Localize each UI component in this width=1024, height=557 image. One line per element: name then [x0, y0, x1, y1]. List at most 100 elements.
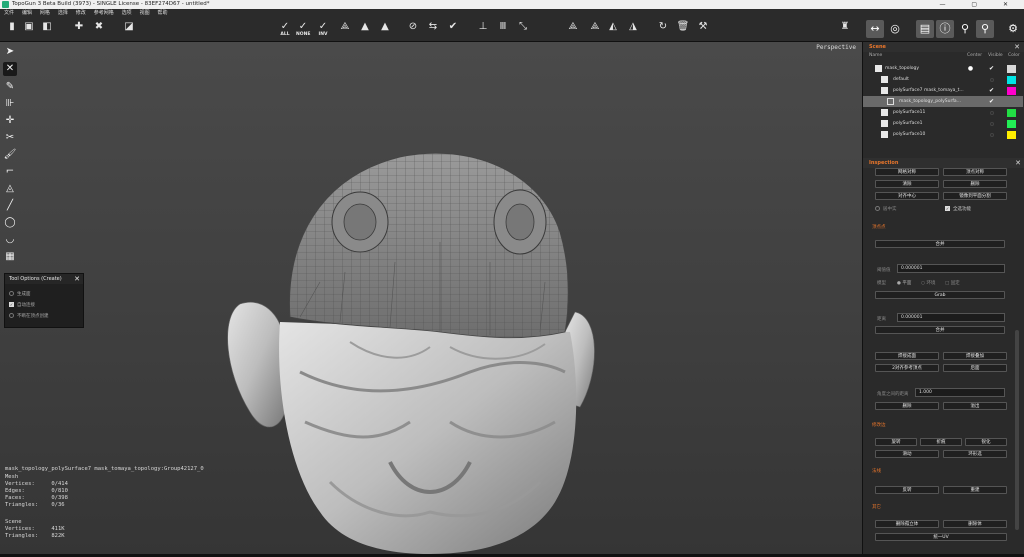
rebuild-button[interactable]: 重建	[943, 486, 1007, 494]
option-auto-connect[interactable]: ✓ 自动连接	[9, 302, 35, 308]
close-icon[interactable]: ✕	[1014, 42, 1020, 52]
visible-off-icon[interactable]	[990, 133, 994, 137]
sym-y-icon[interactable]: ⟁	[588, 21, 602, 37]
fit-view-icon[interactable]: ↔	[866, 20, 884, 38]
align-reference-vertex-button[interactable]: 2对齐参考顶点	[875, 364, 939, 372]
menu-mesh[interactable]: 网格	[40, 10, 50, 16]
script-icon[interactable]: ⚲	[976, 20, 994, 38]
threshold-input[interactable]: 0.000001	[897, 264, 1005, 273]
grid-tool-icon[interactable]: ▦	[3, 250, 17, 264]
vertex-symmetry-button[interactable]: 顶点对称	[943, 168, 1007, 176]
mode-environment[interactable]: ○ 环境	[921, 280, 935, 286]
unify-uv-button[interactable]: 统一UV	[875, 533, 1007, 541]
visible-check-icon[interactable]: ✔	[988, 65, 995, 72]
select-none-button[interactable]: ✓ NONE	[296, 21, 310, 37]
sym-z-icon[interactable]: ◭	[606, 21, 620, 37]
option-generate-faces[interactable]: 生成面	[9, 291, 31, 297]
extrude-tool-icon[interactable]: ⌐	[3, 165, 17, 179]
camera-icon[interactable]: ◎	[886, 20, 904, 38]
weld-face-button[interactable]: 焊接成面	[875, 352, 939, 360]
curve-tool-icon[interactable]: ◡	[3, 233, 17, 247]
rotate-button[interactable]: 旋转	[875, 438, 917, 446]
color-swatch[interactable]	[1007, 65, 1016, 73]
grab-button[interactable]: Grab	[875, 291, 1005, 299]
close-icon[interactable]: ✕	[1015, 158, 1021, 168]
color-swatch[interactable]	[1007, 109, 1016, 117]
new-file-icon[interactable]: ▮	[5, 21, 19, 37]
brush-tool-icon[interactable]: 🖌	[3, 148, 17, 162]
radio-icon[interactable]	[875, 206, 880, 211]
scene-row[interactable]: polySurface11	[863, 107, 1023, 118]
visible-check-icon[interactable]: ✔	[988, 98, 995, 105]
shrink-selection-icon[interactable]: ▲	[358, 21, 372, 37]
scene-row[interactable]: polySurface10	[863, 129, 1023, 140]
radio-icon[interactable]	[9, 291, 14, 296]
mirror-plane-split-button[interactable]: 镜像到平面分割	[943, 192, 1007, 200]
select-ring-icon[interactable]: ▲	[378, 21, 392, 37]
delete-icon[interactable]: ✖	[92, 21, 106, 37]
select-invert-button[interactable]: ✓ INV	[316, 21, 330, 37]
mode-plane[interactable]: ● 平面	[897, 280, 911, 286]
menu-reference[interactable]: 参考网格	[94, 10, 114, 16]
option-select-all[interactable]: ✓ 全选功能	[945, 206, 971, 212]
save-icon[interactable]: ▣	[22, 21, 36, 37]
gear-icon[interactable]: ⚙	[1004, 20, 1022, 38]
color-swatch[interactable]	[1007, 87, 1016, 95]
menu-options[interactable]: 选项	[122, 10, 132, 16]
option-create-at-vertex[interactable]: 不断在顶点创建	[9, 313, 49, 319]
sym-all-icon[interactable]: ◮	[626, 21, 640, 37]
confirm-icon[interactable]: ✔	[446, 21, 460, 37]
scene-row[interactable]: polySurface1	[863, 118, 1023, 129]
menu-modify[interactable]: 修改	[76, 10, 86, 16]
checkbox-checked-icon[interactable]: ✓	[945, 206, 950, 211]
overflow-button[interactable]: 溢出	[943, 402, 1007, 410]
layers-panel-icon[interactable]: ▤	[916, 20, 934, 38]
mode-fixed[interactable]: □ 固定	[945, 280, 960, 286]
select-tool-icon[interactable]: ➤	[3, 45, 17, 59]
hat-icon[interactable]: ♜	[838, 21, 852, 37]
scene-row[interactable]: polySurface7 mask_tomaya_t... ✔	[863, 85, 1023, 96]
trash-icon[interactable]: 🗑	[676, 21, 690, 37]
create-tool-icon[interactable]: ✕	[3, 62, 17, 76]
visible-check-icon[interactable]: ✔	[988, 87, 995, 94]
grow-selection-icon[interactable]: ⟁	[338, 21, 352, 37]
radio-icon[interactable]	[9, 313, 14, 318]
scene-row[interactable]: default	[863, 74, 1023, 85]
line-tool-icon[interactable]: ╱	[3, 199, 17, 213]
center-dot-icon[interactable]: ●	[967, 65, 974, 72]
close-icon[interactable]: ✕	[74, 274, 80, 284]
sharpen-button[interactable]: 锐化	[965, 438, 1007, 446]
circle-tool-icon[interactable]: ◯	[3, 216, 17, 230]
scene-row-selected[interactable]: mask_topology_polySurfa... ✔	[863, 96, 1023, 107]
split-tool-icon[interactable]: ✛	[3, 114, 17, 128]
menu-edit[interactable]: 编辑	[22, 10, 32, 16]
settings-tools-icon[interactable]: ⚒	[696, 21, 710, 37]
delete-button[interactable]: 删除	[943, 180, 1007, 188]
menu-view[interactable]: 视图	[140, 10, 150, 16]
delete-vertex-button[interactable]: 删除	[875, 402, 939, 410]
slide-button[interactable]: 滑动	[875, 450, 939, 458]
visible-off-icon[interactable]	[990, 122, 994, 126]
add-icon[interactable]: ✚	[72, 21, 86, 37]
visible-off-icon[interactable]	[990, 78, 994, 82]
window-controls[interactable]: — ▢ ✕	[939, 0, 1020, 9]
mesh-symmetry-button[interactable]: 网格对称	[875, 168, 939, 176]
distribute-icon[interactable]: Ⅲ	[496, 21, 510, 37]
delete-isolated-button[interactable]: 删除孤立体	[875, 520, 939, 528]
select-all-button[interactable]: ✓ ALL	[278, 21, 292, 37]
align-center-button[interactable]: 对齐中心	[875, 192, 939, 200]
scene-row[interactable]: mask_topology ● ✔	[863, 63, 1023, 74]
color-swatch[interactable]	[1007, 76, 1016, 84]
distance-input[interactable]: 0.000001	[897, 313, 1005, 322]
checkbox-checked-icon[interactable]: ✓	[9, 302, 14, 307]
select-loop-icon[interactable]: ⇆	[426, 21, 440, 37]
inspection-scrollbar[interactable]	[1015, 330, 1019, 530]
color-swatch[interactable]	[1007, 131, 1016, 139]
draw-tool-icon[interactable]: ✎	[3, 80, 17, 94]
refresh-icon[interactable]: ↻	[656, 21, 670, 37]
menu-help[interactable]: 帮助	[158, 10, 168, 16]
ring-select-button[interactable]: 环形选	[943, 450, 1007, 458]
color-swatch[interactable]	[1007, 120, 1016, 128]
cut-tool-icon[interactable]: ✂	[3, 131, 17, 145]
option-center[interactable]: 居中实	[875, 206, 897, 212]
